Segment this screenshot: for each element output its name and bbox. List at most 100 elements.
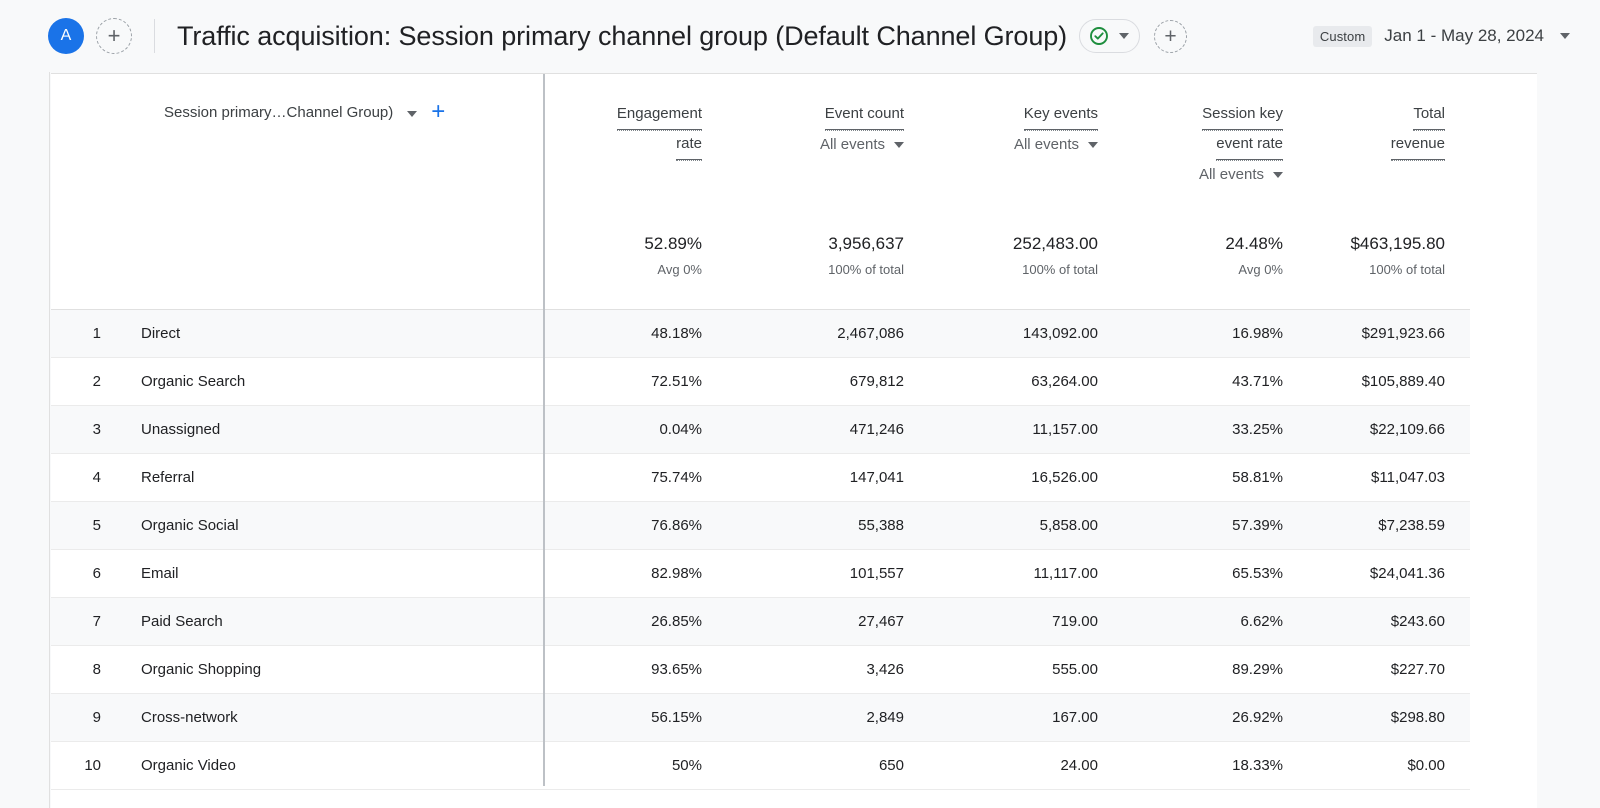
row-metric-value: 0.04% bbox=[659, 421, 702, 438]
summary-subtext: 100% of total bbox=[1369, 262, 1445, 277]
row-metric-value: 11,117.00 bbox=[1033, 565, 1098, 582]
chevron-down-icon bbox=[1560, 33, 1570, 39]
summary-cell-total-revenue: $463,195.80 100% of total bbox=[1320, 226, 1470, 309]
chevron-down-icon bbox=[1119, 33, 1130, 39]
column-header-key-events[interactable]: Key events All events bbox=[942, 74, 1134, 226]
table-row[interactable]: 9 Cross-network 56.15% 2,849 167.00 26.92% $29… bbox=[51, 694, 1470, 742]
table-row[interactable]: 6 Email 82.98% 101,557 11,117.00 65.53% $24,04… bbox=[51, 550, 1470, 598]
row-metric-value: 471,246 bbox=[849, 421, 904, 438]
table-header-row: Session primary…Channel Group) + Engagem… bbox=[51, 74, 1470, 226]
row-metric-value: 11,157.00 bbox=[1032, 421, 1098, 438]
row-dimension-value[interactable]: Referral bbox=[124, 469, 543, 486]
plus-icon: + bbox=[107, 23, 121, 48]
row-metric-value: $243.60 bbox=[1390, 613, 1445, 630]
row-dimension-value[interactable]: Organic Video bbox=[124, 757, 543, 774]
column-header-label: Total revenue bbox=[1390, 101, 1445, 161]
add-property-button[interactable]: + bbox=[96, 18, 132, 54]
traffic-acquisition-table: Session primary…Channel Group) + Engagem… bbox=[51, 74, 1470, 790]
row-metric-value: 24.00 bbox=[1060, 757, 1098, 774]
event-filter-dropdown[interactable]: All events bbox=[1199, 166, 1283, 183]
row-dimension-value[interactable]: Unassigned bbox=[124, 421, 543, 438]
row-metric-value: 5,858.00 bbox=[1039, 517, 1098, 534]
summary-value: 252,483.00 bbox=[1012, 234, 1098, 253]
row-dimension-value[interactable]: Paid Search bbox=[124, 613, 543, 630]
add-dimension-icon[interactable]: + bbox=[431, 100, 445, 124]
row-metric-value: 58.81% bbox=[1232, 469, 1283, 486]
row-metric-value: $0.00 bbox=[1407, 757, 1445, 774]
left-rail bbox=[0, 72, 50, 808]
column-header-label: Engagement rate bbox=[616, 101, 702, 161]
dimension-header[interactable]: Session primary…Channel Group) + bbox=[51, 74, 543, 226]
row-index: 10 bbox=[84, 757, 101, 774]
data-quality-badge[interactable] bbox=[1079, 19, 1141, 53]
event-filter-dropdown[interactable]: All events bbox=[1014, 136, 1098, 153]
table-row[interactable]: 1 Direct 48.18% 2,467,086 143,092.00 16.98% $2… bbox=[51, 310, 1470, 358]
table-row[interactable]: 5 Organic Social 76.86% 55,388 5,858.00 57.39… bbox=[51, 502, 1470, 550]
row-index: 5 bbox=[92, 517, 101, 534]
chevron-down-icon[interactable] bbox=[407, 111, 418, 117]
table-summary-row: 52.89% Avg 0% 3,956,637 100% of total 25… bbox=[51, 226, 1470, 310]
column-header-engagement-rate[interactable]: Engagement rate bbox=[543, 74, 750, 226]
row-index: 3 bbox=[92, 421, 101, 438]
summary-value: 52.89% bbox=[644, 234, 702, 253]
table-row[interactable]: 3 Unassigned 0.04% 471,246 11,157.00 33.25% $2… bbox=[51, 406, 1470, 454]
row-metric-value: 3,426 bbox=[866, 661, 904, 678]
summary-subtext: Avg 0% bbox=[1238, 262, 1283, 277]
row-metric-value: 147,041 bbox=[849, 469, 904, 486]
report-card: Session primary…Channel Group) + Engagem… bbox=[51, 73, 1537, 808]
summary-subtext: 100% of total bbox=[828, 262, 904, 277]
row-metric-value: 101,557 bbox=[849, 565, 904, 582]
event-filter-label: All events bbox=[1013, 136, 1079, 153]
table-row[interactable]: 10 Organic Video 50% 650 24.00 18.33% $0.00 bbox=[51, 742, 1470, 790]
summary-subtext: Avg 0% bbox=[657, 262, 702, 277]
row-metric-value: $7,238.59 bbox=[1378, 517, 1445, 534]
table-row[interactable]: 8 Organic Shopping 93.65% 3,426 555.00 89.29%… bbox=[51, 646, 1470, 694]
add-comparison-button[interactable]: + bbox=[1154, 19, 1188, 53]
dimension-header-label: Session primary…Channel Group) bbox=[164, 104, 394, 121]
date-range-selector[interactable]: Custom Jan 1 - May 28, 2024 bbox=[1312, 25, 1570, 47]
row-metric-value: 57.39% bbox=[1232, 517, 1283, 534]
row-index: 1 bbox=[92, 325, 101, 342]
event-filter-dropdown[interactable]: All events bbox=[820, 136, 904, 153]
row-metric-value: 6.62% bbox=[1240, 613, 1283, 630]
row-metric-value: 18.33% bbox=[1232, 757, 1283, 774]
row-dimension-value[interactable]: Cross-network bbox=[124, 709, 543, 726]
row-dimension-value[interactable]: Email bbox=[124, 565, 543, 582]
summary-cell-engagement-rate: 52.89% Avg 0% bbox=[543, 226, 750, 309]
row-index: 6 bbox=[92, 565, 101, 582]
row-metric-value: $24,041.36 bbox=[1369, 565, 1445, 582]
row-metric-value: 650 bbox=[878, 757, 904, 774]
row-metric-value: 93.65% bbox=[651, 661, 702, 678]
row-metric-value: $22,109.66 bbox=[1369, 421, 1445, 438]
row-metric-value: 167.00 bbox=[1052, 709, 1098, 726]
row-dimension-value[interactable]: Organic Social bbox=[124, 517, 543, 534]
event-filter-label: All events bbox=[1198, 166, 1264, 183]
chevron-down-icon bbox=[1273, 171, 1283, 178]
row-metric-value: 2,467,086 bbox=[837, 325, 904, 342]
chevron-down-icon bbox=[894, 141, 904, 148]
column-header-label: Key events bbox=[1023, 101, 1098, 131]
row-index: 9 bbox=[92, 709, 101, 726]
row-metric-value: 50% bbox=[671, 757, 702, 774]
avatar[interactable]: A bbox=[48, 18, 84, 54]
table-row[interactable]: 4 Referral 75.74% 147,041 16,526.00 58.81% $11… bbox=[51, 454, 1470, 502]
row-metric-value: $105,889.40 bbox=[1361, 373, 1445, 390]
row-metric-value: 76.86% bbox=[651, 517, 702, 534]
row-metric-value: 89.29% bbox=[1232, 661, 1283, 678]
row-metric-value: 75.74% bbox=[651, 469, 702, 486]
column-header-event-count[interactable]: Event count All events bbox=[750, 74, 942, 226]
row-metric-value: 719.00 bbox=[1052, 613, 1098, 630]
row-dimension-value[interactable]: Direct bbox=[124, 325, 543, 342]
row-metric-value: 16.98% bbox=[1232, 325, 1283, 342]
row-dimension-value[interactable]: Organic Shopping bbox=[124, 661, 543, 678]
event-filter-label: All events bbox=[819, 136, 885, 153]
column-header-session-key-event-rate[interactable]: Session key event rate All events bbox=[1134, 74, 1320, 226]
summary-cell-event-count: 3,956,637 100% of total bbox=[750, 226, 942, 309]
table-row[interactable]: 2 Organic Search 72.51% 679,812 63,264.00 43.… bbox=[51, 358, 1470, 406]
table-body: 1 Direct 48.18% 2,467,086 143,092.00 16.98% $2… bbox=[51, 310, 1470, 790]
row-dimension-value[interactable]: Organic Search bbox=[124, 373, 543, 390]
divider bbox=[154, 19, 155, 53]
column-header-total-revenue[interactable]: Total revenue bbox=[1320, 74, 1470, 226]
row-metric-value: 2,849 bbox=[866, 709, 904, 726]
table-row[interactable]: 7 Paid Search 26.85% 27,467 719.00 6.62% $243.… bbox=[51, 598, 1470, 646]
